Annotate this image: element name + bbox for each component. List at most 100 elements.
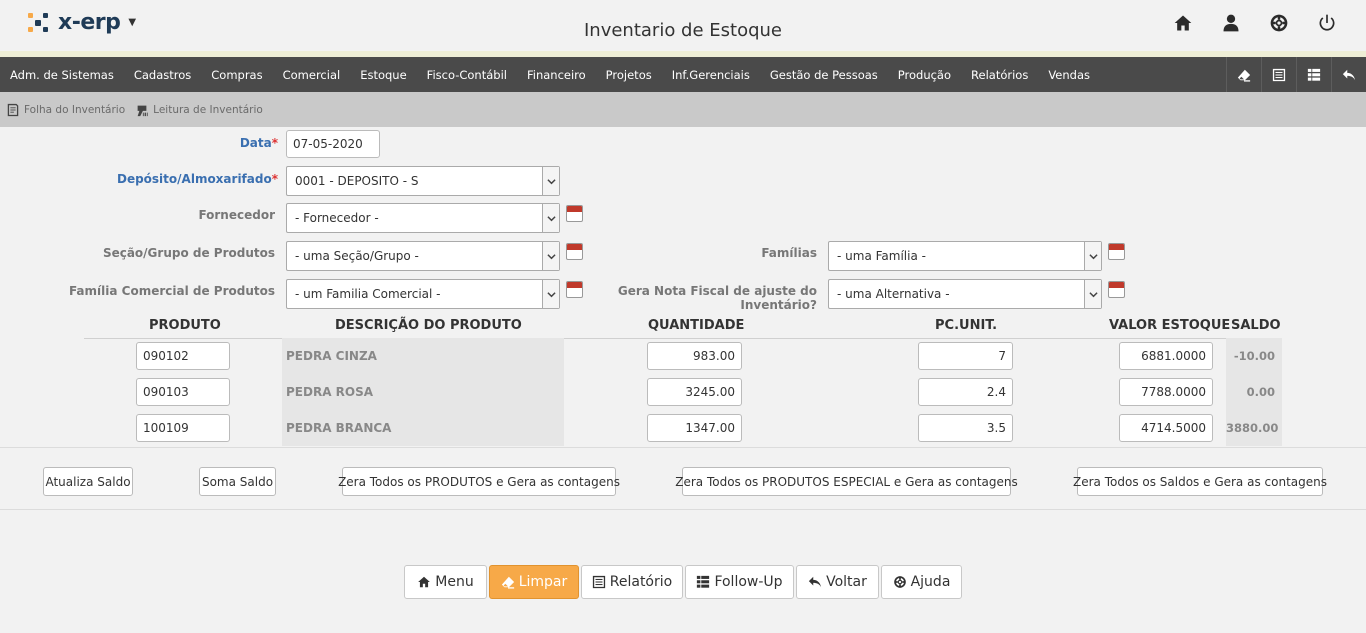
sheet-icon bbox=[7, 103, 19, 116]
chevron-down-icon[interactable] bbox=[542, 242, 559, 270]
data-label: Data* bbox=[239, 136, 278, 150]
menu-button[interactable]: Menu bbox=[404, 565, 487, 599]
saldo-cell: -10.00 bbox=[1233, 349, 1275, 363]
barcode-reader-icon bbox=[137, 105, 148, 116]
chevron-down-icon[interactable] bbox=[1084, 242, 1101, 270]
section-divider bbox=[0, 509, 1366, 510]
col-header-pc-unit: PC.UNIT. bbox=[935, 318, 998, 333]
col-header-descricao: DESCRIÇÃO DO PRODUTO bbox=[335, 318, 522, 333]
menu-item-projetos[interactable]: Projetos bbox=[596, 68, 662, 82]
menu-item-estoque[interactable]: Estoque bbox=[350, 68, 416, 82]
secao-label: Seção/Grupo de Produtos bbox=[102, 246, 275, 260]
home-icon[interactable] bbox=[1172, 12, 1194, 34]
relatorio-button[interactable]: Relatório bbox=[581, 565, 683, 599]
list-icon[interactable] bbox=[1261, 57, 1296, 92]
menu-item-comercial[interactable]: Comercial bbox=[273, 68, 351, 82]
familias-label: Famílias bbox=[761, 246, 817, 260]
user-icon[interactable] bbox=[1220, 12, 1242, 34]
quantidade-input[interactable]: 3245.00 bbox=[647, 378, 742, 406]
secao-select[interactable]: - uma Seção/Grupo - bbox=[286, 241, 560, 271]
zera-saldos-button[interactable]: Zera Todos os Saldos e Gera as contagens bbox=[1073, 467, 1327, 496]
menu-item-cadastros[interactable]: Cadastros bbox=[124, 68, 201, 82]
limpar-button[interactable]: Limpar bbox=[489, 565, 579, 599]
col-header-saldo: SALDO bbox=[1231, 318, 1281, 333]
quantidade-input[interactable]: 983.00 bbox=[647, 342, 742, 370]
menu-item-inf-gerenciais[interactable]: Inf.Gerenciais bbox=[662, 68, 760, 82]
power-icon[interactable] bbox=[1316, 12, 1338, 34]
calendar-icon[interactable] bbox=[1108, 281, 1125, 298]
home-icon bbox=[418, 576, 431, 588]
produto-input[interactable]: 100109 bbox=[136, 414, 230, 442]
col-header-produto: PRODUTO bbox=[149, 318, 221, 333]
eraser-icon[interactable] bbox=[1226, 57, 1261, 92]
menu-item-gestao-pessoas[interactable]: Gestão de Pessoas bbox=[760, 68, 888, 82]
follow-up-button[interactable]: Follow-Up bbox=[685, 565, 794, 599]
back-arrow-icon[interactable] bbox=[1331, 57, 1366, 92]
atualiza-saldo-button[interactable]: Atualiza Saldo bbox=[43, 467, 133, 496]
familia-comercial-value: - um Familia Comercial - bbox=[295, 287, 441, 301]
menu-item-producao[interactable]: Produção bbox=[888, 68, 961, 82]
pc-unit-input[interactable]: 3.5 bbox=[918, 414, 1013, 442]
calendar-icon[interactable] bbox=[566, 205, 583, 222]
deposito-label: Depósito/Almoxarifado* bbox=[116, 172, 278, 186]
help-lifebuoy-icon bbox=[893, 576, 906, 588]
quantidade-input[interactable]: 1347.00 bbox=[647, 414, 742, 442]
soma-saldo-button[interactable]: Soma Saldo bbox=[199, 467, 276, 496]
menu-item-financeiro[interactable]: Financeiro bbox=[517, 68, 596, 82]
secao-value: - uma Seção/Grupo - bbox=[295, 249, 419, 263]
gera-nota-value: - uma Alternativa - bbox=[837, 287, 950, 301]
deposito-value: 0001 - DEPOSITO - S bbox=[295, 174, 419, 188]
subnav-label: Folha do Inventário bbox=[24, 103, 126, 116]
zera-produtos-button[interactable]: Zera Todos os PRODUTOS e Gera as contage… bbox=[338, 467, 620, 496]
saldo-cell: 0.00 bbox=[1246, 385, 1275, 399]
chevron-down-icon[interactable] bbox=[542, 280, 559, 308]
produto-input[interactable]: 090102 bbox=[136, 342, 230, 370]
fornecedor-value: - Fornecedor - bbox=[295, 211, 379, 225]
menu-item-relatorios[interactable]: Relatórios bbox=[961, 68, 1038, 82]
zera-produtos-especial-button[interactable]: Zera Todos os PRODUTOS ESPECIAL e Gera a… bbox=[675, 467, 1018, 496]
calendar-icon[interactable] bbox=[566, 243, 583, 260]
familias-select[interactable]: - uma Família - bbox=[828, 241, 1102, 271]
voltar-button[interactable]: Voltar bbox=[796, 565, 879, 599]
gera-nota-select[interactable]: - uma Alternativa - bbox=[828, 279, 1102, 309]
saldo-cell: 3880.00 bbox=[1226, 421, 1279, 435]
menu-item-compras[interactable]: Compras bbox=[201, 68, 272, 82]
valor-estoque-input[interactable]: 7788.0000 bbox=[1119, 378, 1213, 406]
menu-item-fisco-contabil[interactable]: Fisco-Contábil bbox=[417, 68, 517, 82]
follow-up-button-label: Follow-Up bbox=[714, 574, 783, 590]
pc-unit-input[interactable]: 7 bbox=[918, 342, 1013, 370]
data-field[interactable]: 07-05-2020 bbox=[286, 130, 380, 158]
deposito-select[interactable]: 0001 - DEPOSITO - S bbox=[286, 166, 560, 196]
descricao-cell: PEDRA CINZA bbox=[286, 349, 377, 363]
back-arrow-icon bbox=[808, 576, 822, 588]
pc-unit-input[interactable]: 2.4 bbox=[918, 378, 1013, 406]
descricao-cell: PEDRA ROSA bbox=[286, 385, 374, 399]
produto-input[interactable]: 090103 bbox=[136, 378, 230, 406]
ajuda-button-label: Ajuda bbox=[910, 574, 951, 590]
relatorio-button-label: Relatório bbox=[609, 574, 673, 590]
subnav-folha-inventario[interactable]: Folha do Inventário bbox=[6, 103, 125, 117]
familias-value: - uma Família - bbox=[837, 249, 926, 263]
chevron-down-icon[interactable] bbox=[542, 204, 559, 232]
subnav-label: Leitura de Inventário bbox=[153, 103, 263, 116]
table-icon[interactable] bbox=[1296, 57, 1331, 92]
valor-estoque-input[interactable]: 6881.0000 bbox=[1119, 342, 1213, 370]
menu-item-adm-sistemas[interactable]: Adm. de Sistemas bbox=[0, 68, 124, 82]
help-lifebuoy-icon[interactable] bbox=[1268, 12, 1290, 34]
fornecedor-select[interactable]: - Fornecedor - bbox=[286, 203, 560, 233]
chevron-down-icon[interactable] bbox=[1084, 280, 1101, 308]
col-header-quantidade: QUANTIDADE bbox=[648, 318, 745, 333]
descricao-cell: PEDRA BRANCA bbox=[286, 421, 392, 435]
section-divider bbox=[0, 447, 1366, 448]
valor-estoque-input[interactable]: 4714.5000 bbox=[1119, 414, 1213, 442]
limpar-button-label: Limpar bbox=[518, 574, 568, 590]
menu-item-vendas[interactable]: Vendas bbox=[1038, 68, 1100, 82]
col-header-valor-estoque: VALOR ESTOQUE bbox=[1109, 318, 1231, 333]
subnav-leitura-inventario[interactable]: Leitura de Inventário bbox=[135, 103, 263, 117]
ajuda-button[interactable]: Ajuda bbox=[881, 565, 962, 599]
familia-comercial-select[interactable]: - um Familia Comercial - bbox=[286, 279, 560, 309]
page-title: Inventario de Estoque bbox=[583, 20, 783, 41]
familia-comercial-label: Família Comercial de Produtos bbox=[68, 284, 275, 298]
calendar-icon[interactable] bbox=[1108, 243, 1125, 260]
chevron-down-icon[interactable] bbox=[542, 167, 559, 195]
